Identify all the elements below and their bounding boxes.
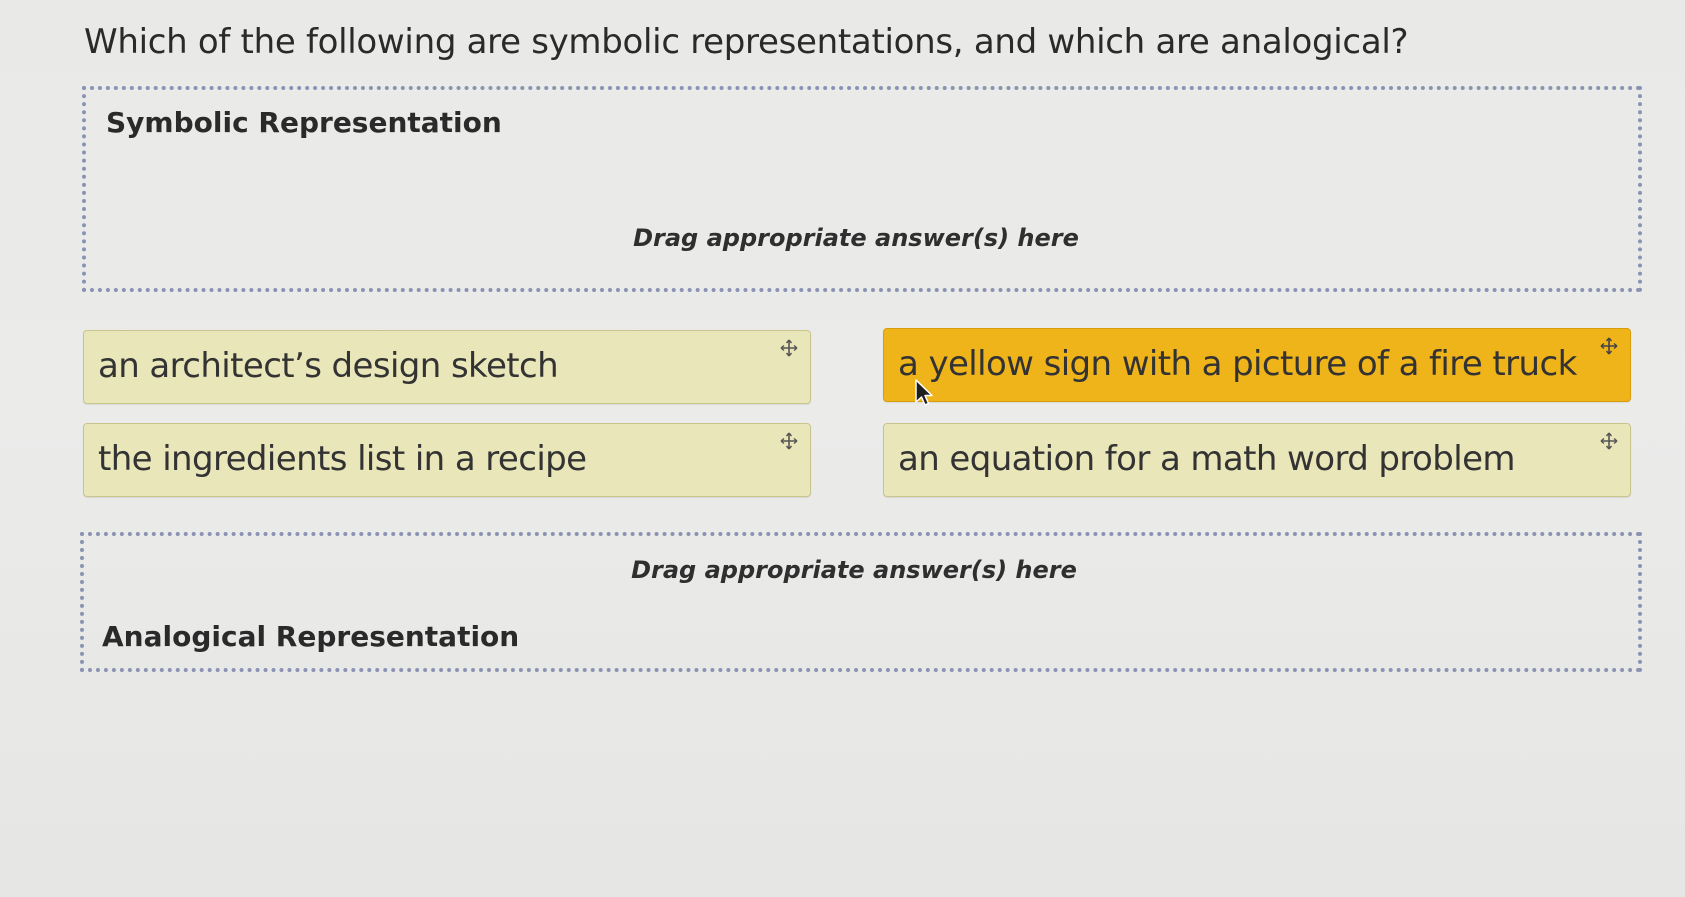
answer-label: an architect’s design sketch bbox=[98, 346, 559, 386]
question-text: Which of the following are symbolic repr… bbox=[84, 22, 1409, 62]
answer-card-math-equation[interactable]: an equation for a math word problem bbox=[883, 423, 1631, 497]
move-icon bbox=[1600, 337, 1618, 355]
move-icon bbox=[780, 432, 798, 450]
answer-card-ingredients-list[interactable]: the ingredients list in a recipe bbox=[83, 423, 811, 497]
answer-card-architect-sketch[interactable]: an architect’s design sketch bbox=[83, 330, 811, 404]
symbolic-zone-hint: Drag appropriate answer(s) here bbox=[633, 224, 1079, 252]
move-icon bbox=[1600, 432, 1618, 450]
analogical-dropzone[interactable]: Drag appropriate answer(s) here Analogic… bbox=[80, 532, 1642, 672]
answer-card-fire-truck-sign[interactable]: a yellow sign with a picture of a fire t… bbox=[883, 328, 1631, 402]
analogical-zone-hint: Drag appropriate answer(s) here bbox=[631, 556, 1077, 584]
answer-label: the ingredients list in a recipe bbox=[98, 439, 587, 479]
answer-label: an equation for a math word problem bbox=[898, 439, 1516, 479]
analogical-zone-title: Analogical Representation bbox=[102, 620, 520, 653]
symbolic-dropzone[interactable]: Symbolic Representation Drag appropriate… bbox=[82, 86, 1642, 292]
mouse-cursor-icon bbox=[915, 379, 933, 406]
answer-label: a yellow sign with a picture of a fire t… bbox=[898, 344, 1577, 384]
symbolic-zone-title: Symbolic Representation bbox=[106, 106, 502, 139]
move-icon bbox=[780, 339, 798, 357]
